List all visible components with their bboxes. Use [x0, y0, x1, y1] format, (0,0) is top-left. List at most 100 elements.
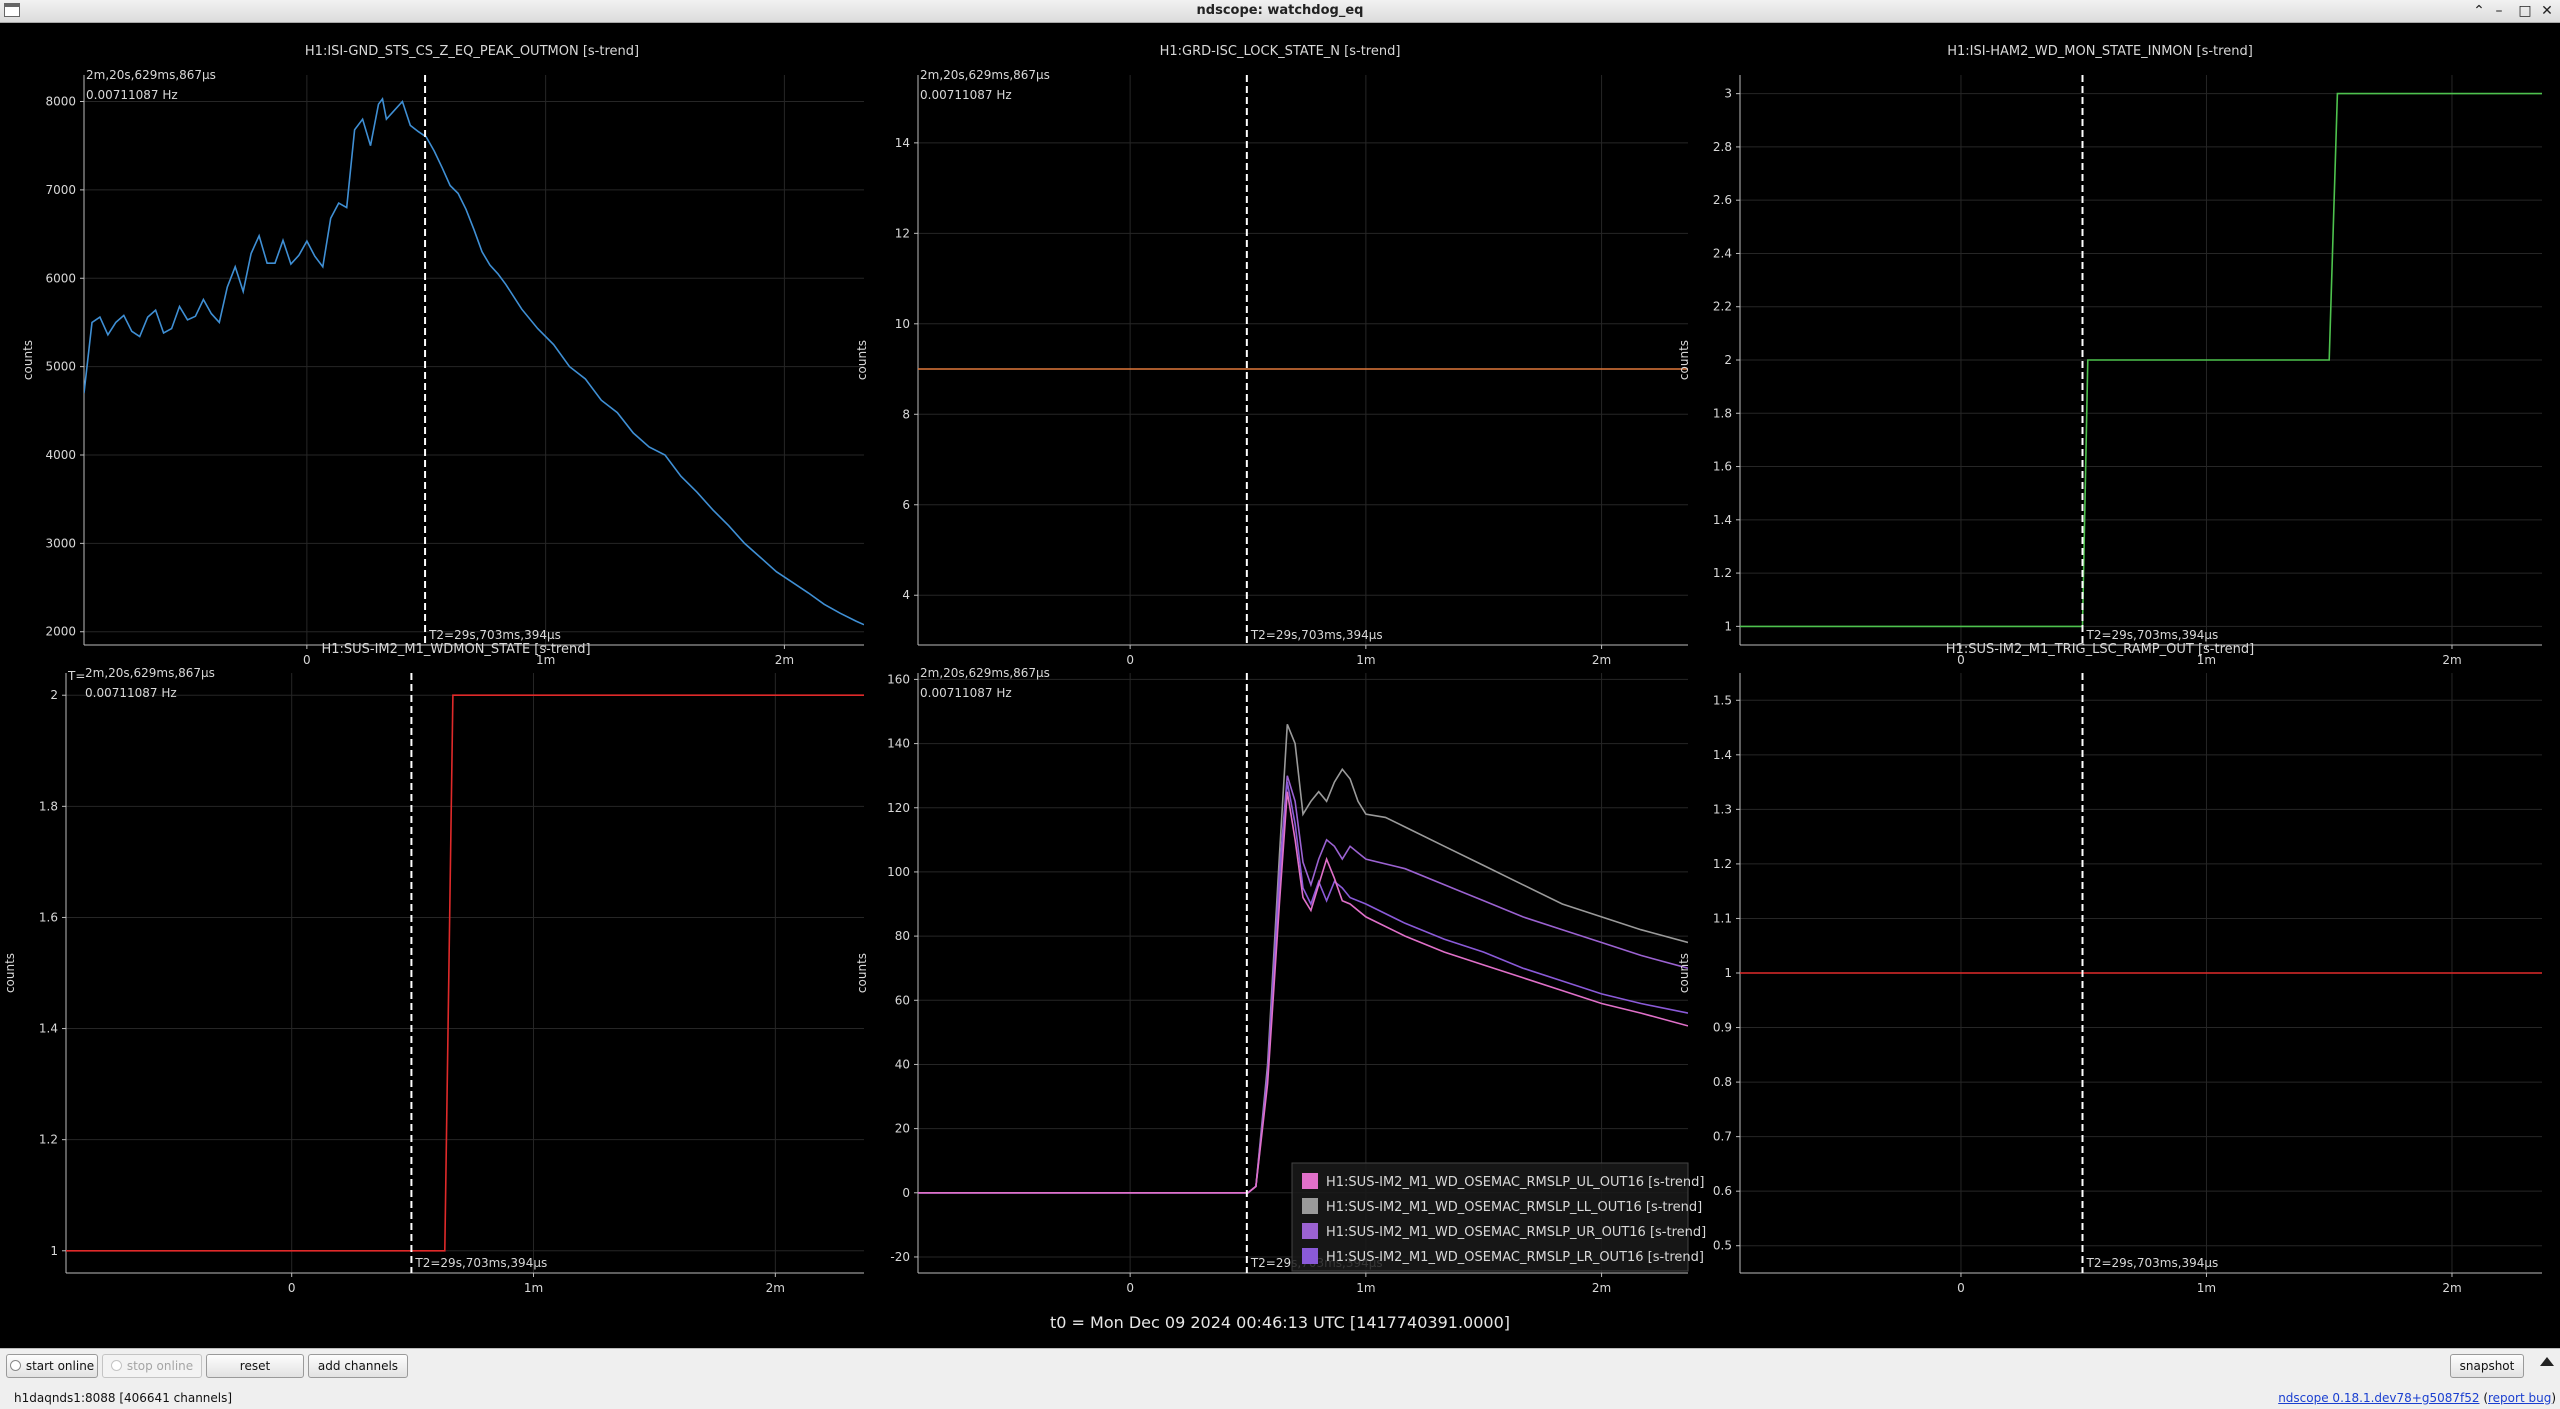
y-tick-label: 2: [50, 688, 58, 702]
legend: H1:SUS-IM2_M1_WD_OSEMAC_RMSLP_UL_OUT16 […: [1291, 1162, 1706, 1272]
t2-cursor-label: T2=29s,703ms,394μs: [2086, 628, 2219, 642]
x-tick-label: 2m: [2442, 653, 2461, 667]
toolbar: start online stop online reset add chann…: [0, 1348, 2560, 1389]
y-tick-label: 160: [887, 672, 910, 686]
y-axis-label: counts: [21, 340, 35, 380]
x-tick-label: 2m: [775, 653, 794, 667]
y-tick-label: 2.2: [1713, 300, 1732, 314]
series-line-gray: [918, 724, 1688, 1194]
y-tick-label: 0.8: [1713, 1075, 1732, 1089]
t2-cursor-label: T2=29s,703ms,394μs: [2086, 1256, 2219, 1270]
plot-title: H1:SUS-IM2_M1_WDMON_STATE [s-trend]: [321, 642, 590, 657]
reset-button[interactable]: reset: [206, 1354, 304, 1378]
y-tick-label: 1: [1724, 966, 1732, 980]
add-channels-button[interactable]: add channels: [308, 1354, 408, 1378]
plots-canvas: H1:ISI-GND_STS_CS_Z_EQ_PEAK_OUTMON [s-tr…: [3, 44, 2542, 1332]
status-bar: h1daqnds1:8088 [406641 channels] ndscope…: [0, 1388, 2560, 1409]
plot-panel-6: H1:SUS-IM2_M1_TRIG_LSC_RAMP_OUT [s-trend…: [1677, 642, 2542, 1295]
y-tick-label: 1.4: [1713, 513, 1732, 527]
t1-cursor-label: 2m,20s,629ms,867μs: [920, 666, 1050, 680]
plot-area: H1:ISI-GND_STS_CS_Z_EQ_PEAK_OUTMON [s-tr…: [0, 23, 2560, 1348]
y-tick-label: 1: [1724, 619, 1732, 633]
y-tick-label: 1.3: [1713, 802, 1732, 816]
x-tick-label: 1m: [1356, 1281, 1375, 1295]
x-tick-label: 2m: [1592, 1281, 1611, 1295]
plot-panel-4: H1:SUS-IM2_M1_WDMON_STATE [s-trend] 1 1.2 1…: [3, 642, 864, 1295]
y-tick-label: 20: [895, 1122, 910, 1136]
y-tick-label: 1.2: [1713, 566, 1732, 580]
y-tick-label: 2.8: [1713, 140, 1732, 154]
y-tick-label: 1: [50, 1244, 58, 1258]
legend-entry: H1:SUS-IM2_M1_WD_OSEMAC_RMSLP_UR_OUT16 […: [1326, 1225, 1706, 1240]
y-tick-label: 40: [895, 1057, 910, 1071]
plot-title: H1:ISI-GND_STS_CS_Z_EQ_PEAK_OUTMON [s-tr…: [305, 44, 639, 59]
x-tick-label: 0: [1126, 653, 1134, 667]
window-title: ndscope: watchdog_eq: [1196, 3, 1364, 18]
x-tick-label: 0: [303, 653, 311, 667]
y-tick-label: 8: [902, 407, 910, 421]
y-tick-label: 6: [902, 498, 910, 512]
y-tick-label: 140: [887, 737, 910, 751]
legend-swatch: [1302, 1223, 1318, 1239]
t1-cursor-label: 2m,20s,629ms,867μs: [86, 68, 216, 82]
y-tick-label: 4000: [45, 448, 76, 462]
y-tick-label: 2.6: [1713, 193, 1732, 207]
y-tick-label: 6000: [45, 271, 76, 285]
y-tick-label: 2000: [45, 625, 76, 639]
y-axis-label: counts: [1677, 340, 1691, 380]
chevron-up-icon[interactable]: ⌃: [2469, 1, 2489, 21]
version-link[interactable]: ndscope 0.18.1.dev78+g5087f52: [2278, 1391, 2479, 1405]
legend-entry: H1:SUS-IM2_M1_WD_OSEMAC_RMSLP_LR_OUT16 […: [1326, 1250, 1704, 1265]
start-online-label: start online: [25, 1359, 95, 1373]
y-tick-label: 3000: [45, 536, 76, 550]
t2-cursor-label: T2=29s,703ms,394μs: [1250, 628, 1383, 642]
maximize-icon[interactable]: □: [2515, 1, 2535, 21]
y-tick-label: 0.6: [1713, 1184, 1732, 1198]
y-tick-label: 7000: [45, 183, 76, 197]
plot-panel-2: H1:GRD-ISC_LOCK_STATE_N [s-trend] 4 6 8 10 12…: [855, 44, 1688, 667]
y-tick-label: 3: [1724, 87, 1732, 101]
y-tick-label: 60: [895, 993, 910, 1007]
series-line-blue: [84, 96, 864, 626]
legend-entry: H1:SUS-IM2_M1_WD_OSEMAC_RMSLP_UL_OUT16 […: [1326, 1175, 1704, 1190]
y-tick-label: 8000: [45, 95, 76, 109]
legend-entry: H1:SUS-IM2_M1_WD_OSEMAC_RMSLP_LL_OUT16 […: [1326, 1200, 1702, 1215]
t2-cursor-label: T2=29s,703ms,394μs: [414, 1256, 547, 1270]
y-tick-label: 80: [895, 929, 910, 943]
y-axis-label: counts: [1677, 953, 1691, 993]
close-icon[interactable]: ✕: [2537, 1, 2557, 21]
x-tick-label: 0: [1126, 1281, 1134, 1295]
plot-panel-1: H1:ISI-GND_STS_CS_Z_EQ_PEAK_OUTMON [s-tr…: [21, 44, 864, 667]
plot-title: H1:SUS-IM2_M1_TRIG_LSC_RAMP_OUT [s-trend…: [1946, 642, 2254, 657]
y-tick-label: 1.8: [1713, 406, 1732, 420]
title-bar: ndscope: watchdog_eq ⌃ – □ ✕: [0, 0, 2560, 23]
y-tick-label: 2: [1724, 353, 1732, 367]
y-tick-label: 1.4: [1713, 748, 1732, 762]
y-tick-label: 1.5: [1713, 693, 1732, 707]
y-tick-label: 5000: [45, 360, 76, 374]
x-tick-label: 1m: [524, 1281, 543, 1295]
series-line-pink: [918, 791, 1688, 1194]
y-tick-label: 1.6: [39, 910, 58, 924]
snapshot-button[interactable]: snapshot: [2450, 1354, 2524, 1378]
y-tick-label: 10: [895, 317, 910, 331]
expand-panel-icon[interactable]: [2540, 1357, 2554, 1366]
minimize-icon[interactable]: –: [2489, 1, 2509, 21]
x-tick-label: 1m: [2197, 1281, 2216, 1295]
series-line-violet: [918, 781, 1688, 1194]
legend-swatch: [1302, 1198, 1318, 1214]
y-tick-label: 1.2: [39, 1133, 58, 1147]
y-axis-label: counts: [3, 953, 17, 993]
series-line-red: [66, 694, 864, 1252]
start-icon: [9, 1360, 21, 1371]
report-bug-link[interactable]: report bug: [2488, 1391, 2551, 1405]
start-online-button[interactable]: start online: [6, 1354, 98, 1378]
y-axis-label: counts: [855, 953, 869, 993]
y-axis-label: counts: [855, 340, 869, 380]
y-tick-label: -20: [890, 1250, 910, 1264]
frequency-label: 0.00711087 Hz: [85, 686, 177, 700]
y-tick-label: 0.7: [1713, 1130, 1732, 1144]
stop-online-button[interactable]: stop online: [102, 1354, 202, 1378]
y-tick-label: 1.4: [39, 1022, 58, 1036]
x-tick-label: 2m: [766, 1281, 785, 1295]
